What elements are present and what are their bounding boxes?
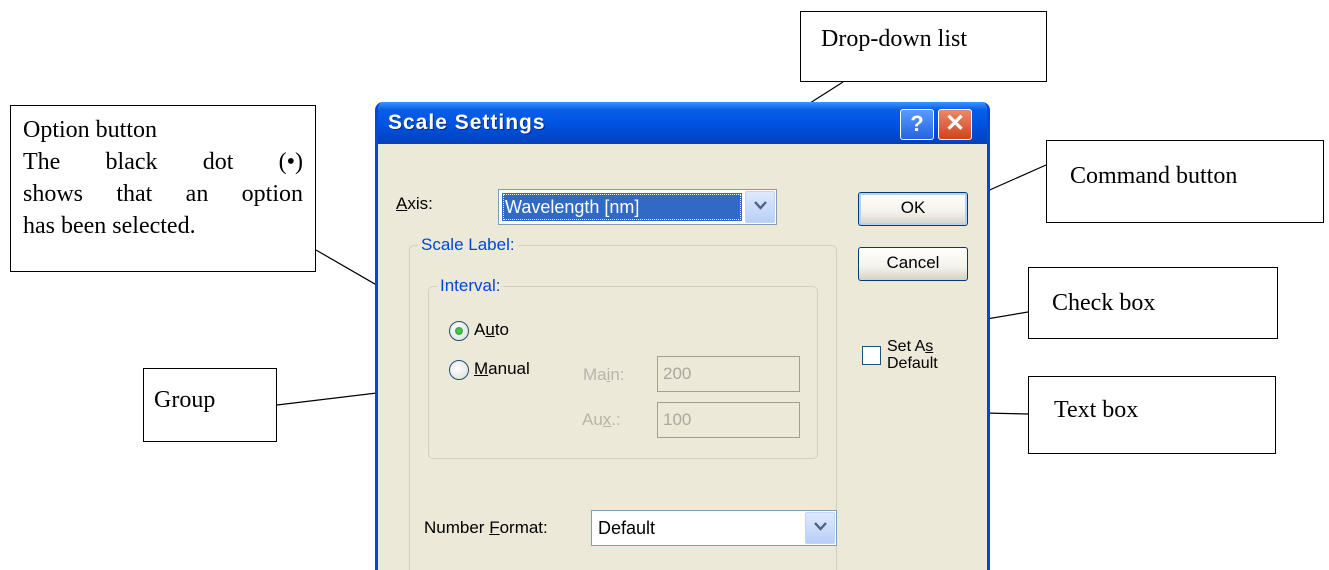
help-button[interactable]: ?: [900, 109, 934, 140]
number-format-dropdown[interactable]: Default: [591, 510, 837, 546]
axis-label: Axis:: [396, 194, 433, 213]
aux-label: Aux.:: [582, 410, 621, 429]
axis-dropdown-arrow[interactable]: [745, 191, 775, 223]
manual-radio-label[interactable]: Manual: [474, 359, 530, 379]
chevron-down-icon: [754, 201, 767, 210]
main-label: Main:: [583, 365, 625, 384]
set-as-default-checkbox[interactable]: [862, 346, 881, 365]
checkbox-callout: Check box: [1028, 267, 1278, 339]
option-button-callout-line1: The black dot (•): [23, 149, 303, 175]
aux-textbox[interactable]: 100: [657, 402, 800, 438]
ok-button[interactable]: OK: [858, 192, 968, 226]
manual-radio[interactable]: [449, 360, 469, 380]
option-button-callout: Option button The black dot (•) shows th…: [10, 105, 316, 272]
dropdown-callout: Drop-down list: [800, 11, 1047, 82]
option-button-callout-line2: shows that an option: [23, 181, 303, 207]
command-button-callout: Command button: [1046, 140, 1324, 223]
chevron-down-icon: [814, 522, 827, 531]
set-as-default-label-line2: Default: [887, 355, 938, 372]
close-button[interactable]: ✕: [938, 109, 972, 140]
group-callout: Group: [143, 368, 277, 442]
axis-label-rest: xis:: [407, 194, 433, 213]
scale-settings-dialog: Scale Settings ? ✕ Axis: Wavelength [nm]…: [375, 102, 990, 570]
dialog-titlebar[interactable]: Scale Settings ? ✕: [378, 102, 987, 144]
axis-dropdown-value: Wavelength [nm]: [502, 193, 742, 221]
auto-radio-label[interactable]: Auto: [474, 320, 509, 340]
dialog-title: Scale Settings: [388, 111, 546, 134]
radio-selected-dot: [455, 327, 463, 335]
scale-label-group-title: Scale Label:: [418, 235, 518, 255]
number-format-label: Number Format:: [424, 518, 548, 537]
auto-radio[interactable]: [449, 321, 469, 341]
cancel-button[interactable]: Cancel: [858, 247, 968, 281]
interval-group-title: Interval:: [437, 276, 504, 296]
axis-dropdown[interactable]: Wavelength [nm]: [498, 189, 777, 225]
set-as-default-label[interactable]: Set As Default: [887, 338, 938, 372]
main-textbox[interactable]: 200: [657, 356, 800, 392]
option-button-callout-title: Option button: [23, 117, 158, 143]
number-format-dropdown-arrow[interactable]: [805, 512, 835, 544]
textbox-callout: Text box: [1028, 376, 1276, 454]
number-format-value: Default: [598, 518, 656, 538]
option-button-callout-line3: has been selected.: [23, 213, 196, 239]
